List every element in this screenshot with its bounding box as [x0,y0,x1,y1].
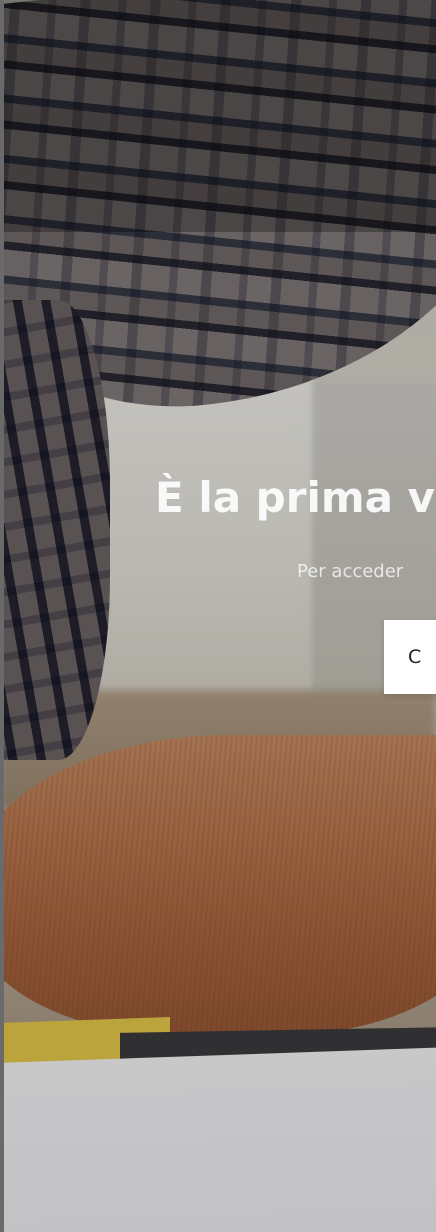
hero-background-photo [0,0,436,1232]
hero-subtitle: Per acceder [297,561,404,582]
left-edge-strip [0,0,4,1232]
hero-subtitle-container: Per acceder [297,558,436,586]
hero-title: È la prima v [155,473,435,522]
top-header-band [0,0,436,232]
landing-page: È la prima v Per acceder C [0,0,436,1232]
hero-cta-label: C [408,646,422,668]
hero-cta-button[interactable]: C [384,620,436,694]
hero-title-container: È la prima v [155,470,436,526]
